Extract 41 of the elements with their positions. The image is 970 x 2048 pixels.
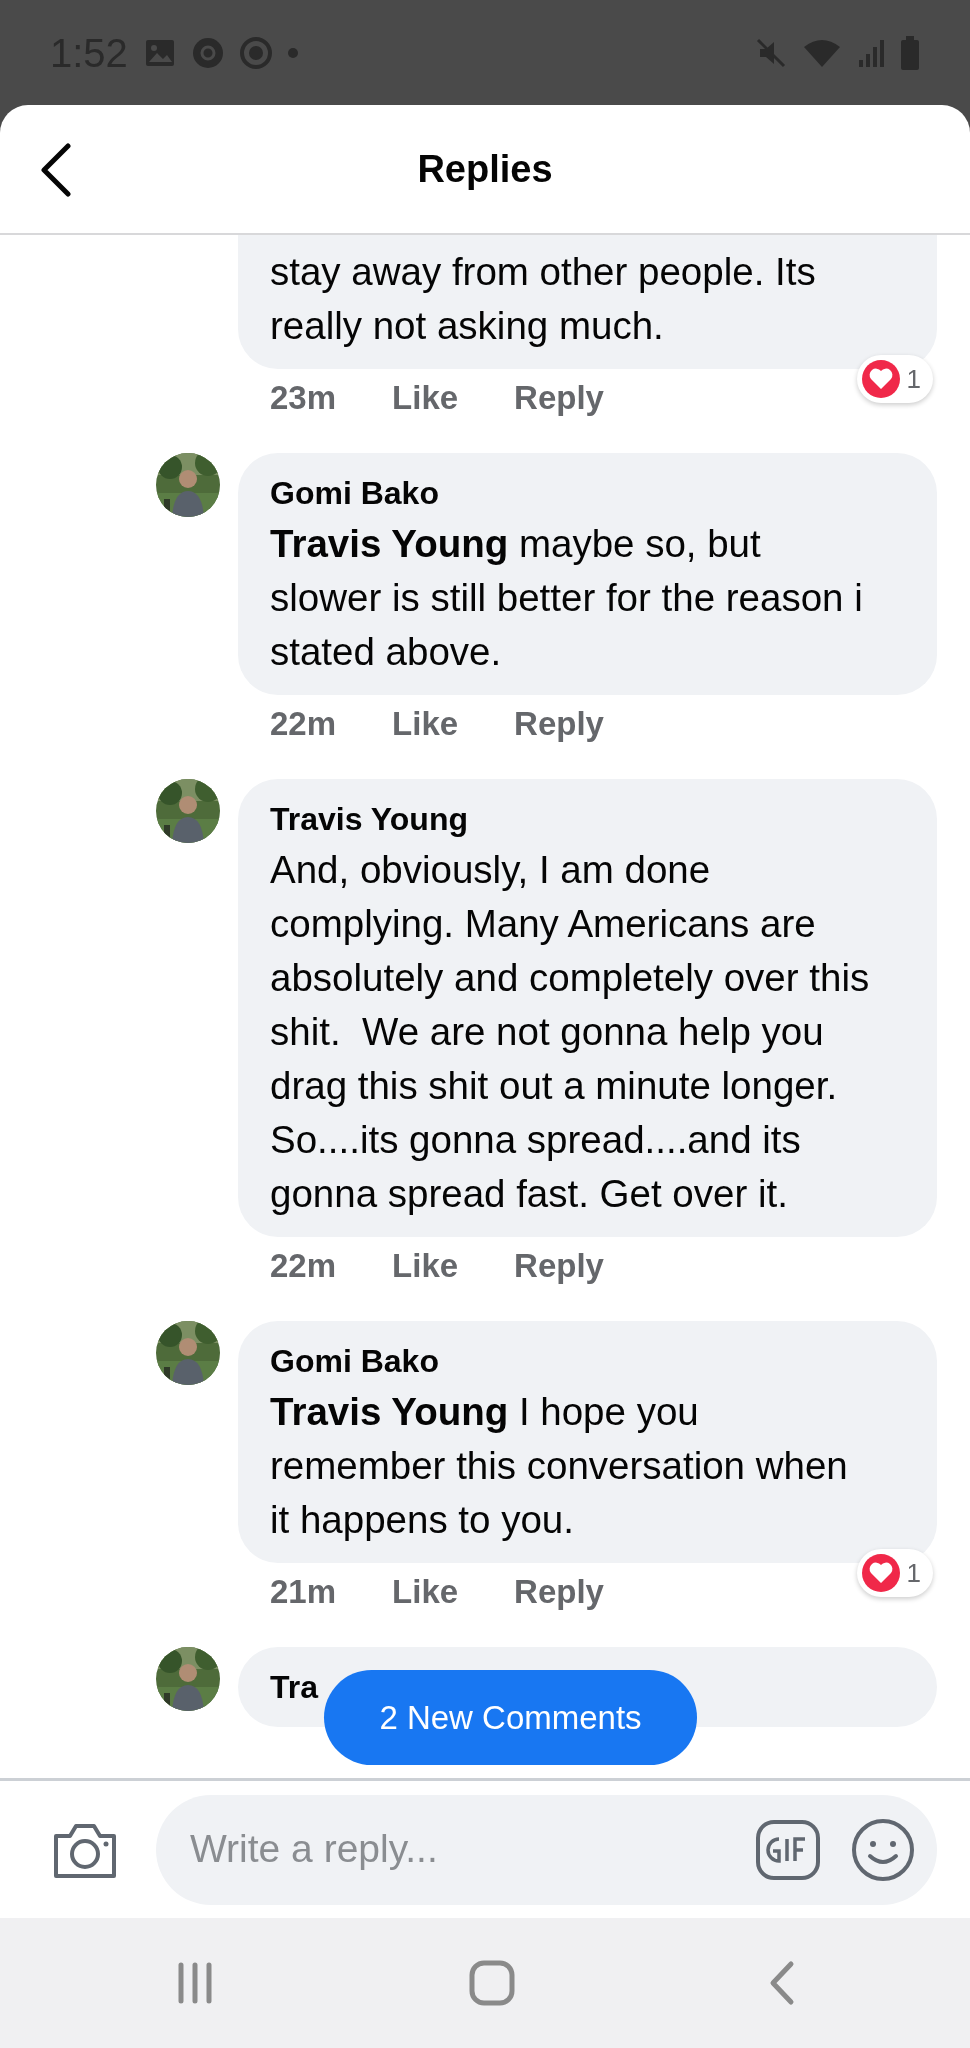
timestamp-link[interactable]: 23m (270, 373, 337, 423)
reply-field[interactable]: Write a reply... (156, 1794, 937, 1905)
like-link[interactable]: Like (392, 699, 459, 749)
signal-icon (858, 37, 884, 68)
reply-link[interactable]: Reply (514, 1241, 604, 1291)
browser-icon (191, 36, 224, 69)
reply-link[interactable]: Reply (514, 699, 604, 749)
author-name[interactable]: Gomi Bako (270, 1341, 439, 1381)
reaction-count[interactable]: 1 (856, 355, 933, 403)
mute-icon (756, 37, 786, 68)
like-link[interactable]: Like (392, 1567, 459, 1617)
new-comments-toast[interactable]: 2 New Comments (324, 1670, 697, 1765)
timestamp-link[interactable]: 22m (270, 699, 337, 749)
smiley-icon (851, 1817, 915, 1882)
reply-link[interactable]: Reply (514, 1567, 604, 1617)
author-name[interactable]: Gomi Bako (270, 473, 439, 513)
reaction-count[interactable]: 1 (856, 1549, 933, 1597)
battery-icon (900, 35, 920, 70)
back-icon (38, 143, 72, 197)
like-link[interactable]: Like (392, 1241, 459, 1291)
author-name[interactable]: Travis Young (270, 799, 468, 839)
page-title: Replies (417, 146, 553, 192)
comment-text: Travis Young maybe so, but slower is still better for the reason i stated above. (270, 521, 864, 675)
gif-icon (755, 1818, 821, 1881)
author-name[interactable]: Tra (270, 1667, 319, 1707)
gif-button[interactable] (755, 1818, 821, 1881)
like-link[interactable]: Like (392, 373, 459, 423)
circle-icon (239, 36, 272, 69)
timestamp-link[interactable]: 21m (270, 1567, 337, 1617)
image-icon (143, 37, 176, 68)
dot-icon (287, 47, 298, 58)
comment-text: And, obviously, I am done complying. Many Americans are absolutely and completely over this shit. We are not gonna help you drag this shit out a minute longer. So....its gonna spread....and its gonna spread fast. Get over it. (270, 847, 871, 1217)
comment-text: Travis Young I hope you remember this conversation when it happens to you. (270, 1389, 849, 1543)
reply-input[interactable]: Write a reply... (188, 1819, 725, 1880)
reply-link[interactable]: Reply (514, 373, 604, 423)
home-button[interactable] (468, 1959, 516, 2007)
home-icon (468, 1959, 516, 2007)
emoji-button[interactable] (851, 1817, 915, 1882)
back-button[interactable] (38, 143, 72, 197)
timestamp-link[interactable]: 22m (270, 1241, 337, 1291)
comment-text: stay away from other people. Its really not asking much. (270, 249, 817, 349)
